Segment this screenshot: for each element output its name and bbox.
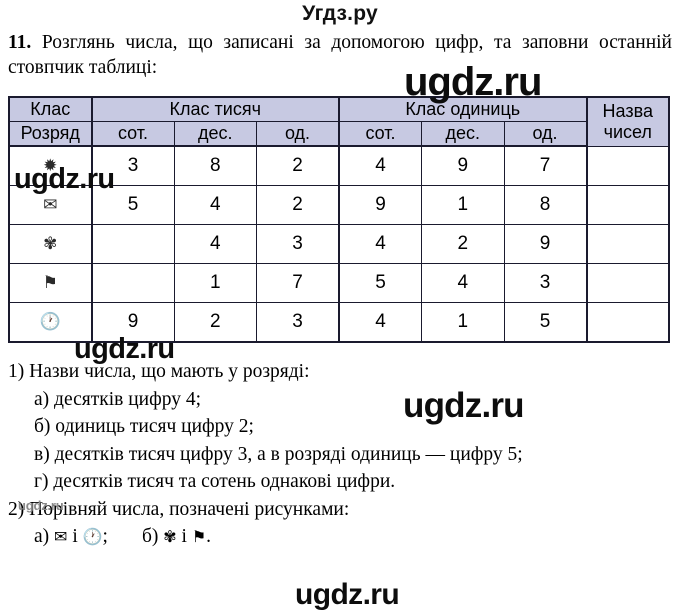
envelope-icon: ✉ [54,527,68,546]
site-banner: Угдз.ру [302,2,378,25]
cell-th-tens: 8 [173,145,257,186]
cell-u-tens: 2 [421,224,505,264]
cell-th-ones: 3 [256,302,340,343]
flower-icon: ✾ [163,527,177,546]
header-number-name-line2: чисел [603,121,652,142]
table-row: ⚑ 1 7 5 4 3 [8,263,670,303]
cell-u-ones: 3 [503,263,587,303]
cell-u-ones: 9 [503,224,587,264]
cell-u-tens: 9 [421,145,505,186]
cell-th-ones: 2 [256,185,340,225]
header-number-name-line1: Назва [602,100,653,121]
row-icon-cell: ✾ [8,224,92,264]
flower-icon: ✾ [43,234,58,254]
question-2b-prefix: б) [141,526,159,547]
header-thousands-class: Клас тисяч [90,96,340,122]
cell-number-name[interactable] [585,302,670,343]
watermark: ugdz.ru [295,578,400,611]
row-icon-cell: ⚑ [8,263,92,303]
header-number-name: Назва чисел [585,96,670,147]
cell-th-hundreds [90,224,175,264]
header-th-hundreds: сот. [90,121,175,147]
header-units-class: Клас одиниць [338,96,587,122]
row-icon-cell: 🕐 [8,302,92,343]
problem-text: Розглянь числа, що записані за допомогою… [8,32,672,78]
cell-u-hundreds: 4 [338,302,422,343]
place-value-table: Клас Клас тисяч Клас одиниць Назва чисел… [8,96,670,343]
row-icon-cell: ✹ [8,145,92,186]
table-row: 🕐 9 2 3 4 1 5 [8,302,670,343]
clock-icon: 🕐 [39,312,61,332]
cell-u-hundreds: 9 [338,185,422,225]
header-u-hundreds: сот. [338,121,422,147]
flag-icon: ⚑ [42,273,58,293]
cell-number-name[interactable] [585,263,670,303]
question-2a-suffix: ; [102,526,108,547]
question-2: 2) Порівняй числа, позначені рисунками: [8,498,350,520]
header-class-group: Клас [8,96,92,122]
table-row: ✉ 5 4 2 9 1 8 [8,185,670,225]
cell-u-hundreds: 4 [338,145,422,186]
question-2b-suffix: . [206,526,212,547]
cell-th-tens: 4 [173,185,257,225]
cell-u-tens: 1 [421,302,505,343]
cell-u-hundreds: 5 [338,263,422,303]
question-2a-mid: і [72,526,78,547]
header-u-tens: дес. [421,121,505,147]
place-value-table-wrap: Клас Клас тисяч Клас одиниць Назва чисел… [8,96,670,343]
cell-u-hundreds: 4 [338,224,422,264]
question-1: 1) Назви числа, що мають у розряді: [8,361,310,382]
question-2-pairs: а) ✉ і 🕐; б) ✾ і ⚑. [8,523,672,551]
cell-number-name[interactable] [585,224,670,264]
cell-u-tens: 1 [421,185,505,225]
star-icon: ✹ [43,156,58,176]
cell-number-name[interactable] [585,185,670,225]
question-1g: г) десятків тисяч та сотень однакові циф… [34,471,396,492]
cell-th-ones: 7 [256,263,340,303]
cell-th-hundreds [90,263,175,303]
table-header-row-top: Клас Клас тисяч Клас одиниць Назва чисел [8,96,670,147]
question-2b-mid: і [181,526,187,547]
cell-th-hundreds: 5 [90,185,175,225]
question-1a: а) десятків цифру 4; [34,388,201,410]
header-rank: Розряд [8,121,92,147]
header-th-ones: од. [256,121,340,147]
cell-u-ones: 7 [503,145,587,186]
cell-th-ones: 3 [256,224,340,264]
cell-u-tens: 4 [421,263,505,303]
envelope-icon: ✉ [43,195,58,215]
flag-icon: ⚑ [191,527,207,546]
table-row: ✹ 3 8 2 4 9 7 [8,145,670,186]
problem-statement: 11. Розглянь числа, що записані за допом… [8,30,672,80]
cell-th-tens: 1 [173,263,257,303]
cell-th-ones: 2 [256,145,340,186]
problem-number: 11. [8,32,32,53]
cell-u-ones: 8 [503,185,587,225]
cell-number-name[interactable] [585,145,670,186]
table-header-row-bottom: Розряд сот. дес. од. сот. дес. од. [8,121,669,147]
question-2a-prefix: а) [34,526,50,547]
header-u-ones: од. [503,121,587,147]
question-1b: б) одиниць тисяч цифру 2; [34,416,254,437]
questions-list: 1) Назви числа, що мають у розряді: а) д… [8,358,672,551]
cell-th-tens: 2 [173,302,257,343]
row-icon-cell: ✉ [8,185,92,225]
header-th-tens: дес. [173,121,257,147]
table-row: ✾ 4 3 4 2 9 [8,224,670,264]
cell-th-hundreds: 3 [90,145,175,186]
cell-u-ones: 5 [503,302,587,343]
cell-th-tens: 4 [173,224,257,264]
clock-icon: 🕐 [82,527,103,546]
cell-th-hundreds: 9 [90,302,175,343]
question-1v: в) десятків тисяч цифру 3, а в розряді о… [34,443,523,465]
